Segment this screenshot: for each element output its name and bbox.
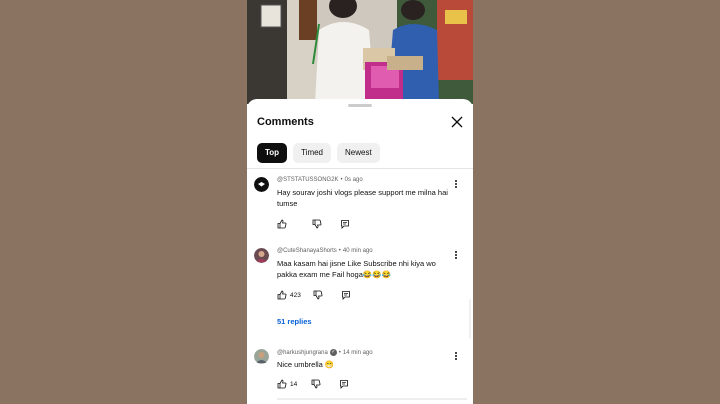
reply-button[interactable]: [341, 290, 351, 300]
comment-time: 40 min ago: [342, 248, 373, 254]
video-frame: [247, 0, 473, 104]
avatar[interactable]: [254, 349, 269, 364]
meta-separator: •: [338, 248, 341, 254]
comment-text: Maa kasam hai jisne Like Subscribe nhi k…: [277, 259, 436, 279]
meta-separator: •: [338, 349, 341, 356]
thumbs-up-icon: [277, 219, 287, 229]
sheet-title: Comments: [257, 116, 314, 128]
close-button[interactable]: [450, 115, 464, 129]
more-dot-icon: [455, 180, 457, 182]
comment-actions: [277, 219, 350, 229]
close-icon: [451, 116, 463, 128]
comment-author[interactable]: @harkushjungrana: [277, 350, 328, 356]
dislike-button[interactable]: [313, 290, 323, 300]
like-button[interactable]: 14: [277, 379, 297, 389]
thumbs-up-icon: [277, 379, 287, 389]
comment-author[interactable]: @CuteShanayaShorts: [277, 248, 337, 254]
comments-sheet: Comments Top Timed Newest @STSTATUSSONG2…: [247, 99, 473, 404]
meta-separator: •: [340, 177, 343, 183]
comment-author[interactable]: @STSTATUSSONG2K: [277, 177, 339, 183]
scrollbar[interactable]: [469, 299, 471, 339]
avatar[interactable]: [254, 177, 269, 192]
like-count: 14: [290, 380, 298, 388]
thumbs-down-icon: [313, 290, 323, 300]
comment-meta: @STSTATUSSONG2K • 0s ago: [277, 177, 363, 183]
verified-icon: ✓: [329, 349, 337, 356]
comment-actions: 423: [277, 290, 351, 300]
reply-icon: [341, 291, 350, 300]
reply-icon: [341, 220, 349, 229]
reply-button[interactable]: [339, 379, 349, 389]
dislike-button[interactable]: [311, 379, 321, 389]
thumbs-up-icon: [277, 290, 287, 300]
reply-icon: [340, 380, 349, 389]
comment-text: Hay sourav joshi vlogs please support me…: [277, 188, 448, 208]
drag-handle[interactable]: [348, 104, 372, 107]
divider: [247, 168, 473, 169]
chip-timed[interactable]: Timed: [293, 143, 332, 163]
chip-top[interactable]: Top: [257, 143, 288, 163]
like-button[interactable]: [277, 219, 290, 229]
sort-chips: Top Timed Newest: [257, 143, 380, 163]
reply-button[interactable]: [340, 219, 350, 229]
comment-meta: @CuteShanayaShorts • 40 min ago: [277, 248, 373, 254]
comment-meta: @harkushjungrana ✓ • 14 min ago: [277, 349, 373, 356]
thumbs-down-icon: [311, 379, 321, 389]
avatar[interactable]: [254, 248, 269, 263]
comment-text: Nice umbrella 😁: [277, 360, 335, 369]
phone-frame: Comments Top Timed Newest @STSTATUSSONG2…: [247, 0, 473, 404]
comment-actions: 14: [277, 379, 349, 389]
like-button[interactable]: 423: [277, 290, 301, 300]
video-player[interactable]: [247, 0, 473, 104]
comment-time: 14 min ago: [342, 349, 373, 356]
view-replies-link[interactable]: 51 replies: [277, 317, 312, 326]
thumbs-down-icon: [312, 219, 322, 229]
bottom-divider: [277, 398, 467, 400]
comment-time: 0s ago: [344, 177, 363, 183]
dislike-button[interactable]: [312, 219, 322, 229]
chip-newest[interactable]: Newest: [337, 143, 380, 163]
like-count: 423: [290, 291, 301, 299]
